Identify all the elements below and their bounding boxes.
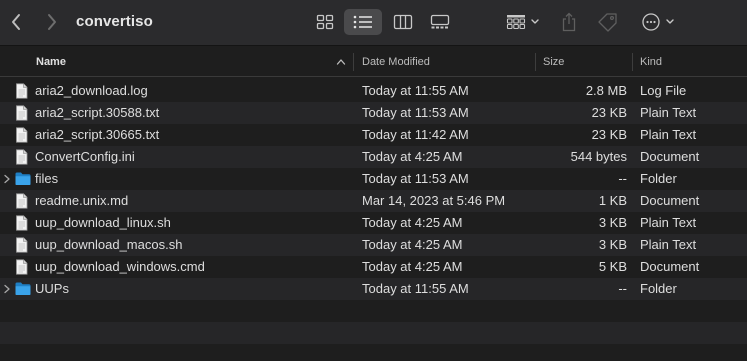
- disclosure-triangle-icon[interactable]: [3, 174, 11, 184]
- share-button[interactable]: [551, 9, 587, 35]
- empty-row: [0, 322, 747, 344]
- file-name: uup_download_windows.cmd: [35, 259, 205, 274]
- file-date-modified: Today at 11:55 AM: [362, 281, 469, 296]
- column-divider[interactable]: [535, 53, 536, 71]
- document-icon: [16, 259, 28, 275]
- toolbar: convertiso: [0, 0, 747, 46]
- file-size: 3 KB: [598, 237, 627, 252]
- document-icon: [16, 193, 28, 209]
- column-kind[interactable]: Kind: [640, 47, 662, 77]
- file-name: aria2_script.30588.txt: [35, 105, 160, 120]
- folder-icon: [15, 282, 31, 295]
- file-name: uup_download_linux.sh: [35, 215, 171, 230]
- file-kind: Plain Text: [640, 215, 697, 230]
- column-date-modified[interactable]: Date Modified: [362, 47, 430, 77]
- file-name: readme.unix.md: [35, 193, 129, 208]
- file-date-modified: Today at 11:55 AM: [362, 83, 469, 98]
- column-header: Name Date Modified Size Kind: [0, 47, 747, 77]
- empty-row: [0, 300, 747, 322]
- file-date-modified: Today at 11:42 AM: [362, 127, 469, 142]
- document-icon: [16, 237, 28, 253]
- column-name[interactable]: Name: [36, 47, 66, 77]
- column-size[interactable]: Size: [543, 47, 564, 77]
- columns-icon: [393, 14, 413, 30]
- file-row[interactable]: aria2_download.log Today at 11:55 AM 2.8 M…: [0, 80, 747, 102]
- file-kind: Plain Text: [640, 105, 697, 120]
- file-size: --: [618, 281, 627, 296]
- gallery-icon: [430, 14, 450, 29]
- group-by-button[interactable]: [500, 9, 544, 35]
- file-row[interactable]: uup_download_linux.sh Today at 4:25 AM 3 K…: [0, 212, 747, 234]
- grid-icon: [316, 14, 334, 30]
- column-divider[interactable]: [353, 53, 354, 71]
- folder-row[interactable]: files Today at 11:53 AM -- Folder: [0, 168, 747, 190]
- tag-button[interactable]: [590, 9, 626, 35]
- file-name: uup_download_macos.sh: [35, 237, 183, 252]
- file-kind: Plain Text: [640, 237, 697, 252]
- file-row[interactable]: uup_download_macos.sh Today at 4:25 AM 3 K…: [0, 234, 747, 256]
- file-name: aria2_download.log: [35, 83, 148, 98]
- icon-view-button[interactable]: [307, 9, 343, 35]
- file-row[interactable]: ConvertConfig.ini Today at 4:25 AM 544 byt…: [0, 146, 747, 168]
- share-icon: [562, 12, 576, 32]
- document-icon: [16, 149, 28, 165]
- file-date-modified: Today at 4:25 AM: [362, 149, 463, 164]
- file-size: 2.8 MB: [585, 83, 627, 98]
- folder-icon: [15, 172, 31, 185]
- chevron-left-icon: [12, 14, 20, 30]
- window-title: convertiso: [76, 13, 153, 30]
- file-kind: Plain Text: [640, 127, 697, 142]
- file-kind: Folder: [640, 171, 677, 186]
- file-size: 5 KB: [598, 259, 627, 274]
- file-size: 544 bytes: [570, 149, 627, 164]
- ellipsis-circle-icon: [642, 13, 674, 31]
- document-icon: [16, 105, 28, 121]
- file-row[interactable]: uup_download_windows.cmd Today at 4:25 AM…: [0, 256, 747, 278]
- forward-button[interactable]: [41, 10, 63, 34]
- file-name: ConvertConfig.ini: [35, 149, 135, 164]
- file-size: --: [618, 171, 627, 186]
- tag-icon: [598, 13, 617, 32]
- file-date-modified: Today at 4:25 AM: [362, 215, 463, 230]
- list-view-button[interactable]: [344, 9, 382, 35]
- file-row[interactable]: aria2_script.30588.txt Today at 11:53 AM 2…: [0, 102, 747, 124]
- chevron-right-icon: [48, 14, 56, 30]
- column-divider[interactable]: [632, 53, 633, 71]
- file-date-modified: Today at 11:53 AM: [362, 105, 469, 120]
- column-view-button[interactable]: [385, 9, 421, 35]
- folder-row[interactable]: UUPs Today at 11:55 AM -- Folder: [0, 278, 747, 300]
- file-list: aria2_download.log Today at 11:55 AM 2.8 M…: [0, 80, 747, 344]
- file-date-modified: Today at 4:25 AM: [362, 237, 463, 252]
- file-row[interactable]: aria2_script.30665.txt Today at 11:42 AM 2…: [0, 124, 747, 146]
- file-name: files: [35, 171, 59, 186]
- file-name: UUPs: [35, 281, 69, 296]
- file-kind: Document: [640, 193, 700, 208]
- gallery-view-button[interactable]: [422, 9, 458, 35]
- file-size: 23 KB: [591, 127, 627, 142]
- file-size: 23 KB: [591, 105, 627, 120]
- document-icon: [16, 83, 28, 99]
- disclosure-triangle-icon[interactable]: [3, 284, 11, 294]
- sort-chevron-up-icon: [336, 59, 346, 65]
- file-date-modified: Today at 11:53 AM: [362, 171, 469, 186]
- more-actions-button[interactable]: [637, 9, 681, 35]
- document-icon: [16, 215, 28, 231]
- back-button[interactable]: [5, 10, 27, 34]
- file-kind: Document: [640, 149, 700, 164]
- file-size: 1 KB: [598, 193, 627, 208]
- file-kind: Folder: [640, 281, 677, 296]
- file-date-modified: Mar 14, 2023 at 5:46 PM: [362, 193, 506, 208]
- file-kind: Log File: [640, 83, 687, 98]
- file-date-modified: Today at 4:25 AM: [362, 259, 463, 274]
- file-row[interactable]: readme.unix.md Mar 14, 2023 at 5:46 PM 1 K…: [0, 190, 747, 212]
- file-kind: Document: [640, 259, 700, 274]
- file-size: 3 KB: [598, 215, 627, 230]
- group-grid-icon: [506, 15, 539, 30]
- document-icon: [16, 127, 28, 143]
- file-name: aria2_script.30665.txt: [35, 127, 160, 142]
- list-icon: [353, 15, 372, 29]
